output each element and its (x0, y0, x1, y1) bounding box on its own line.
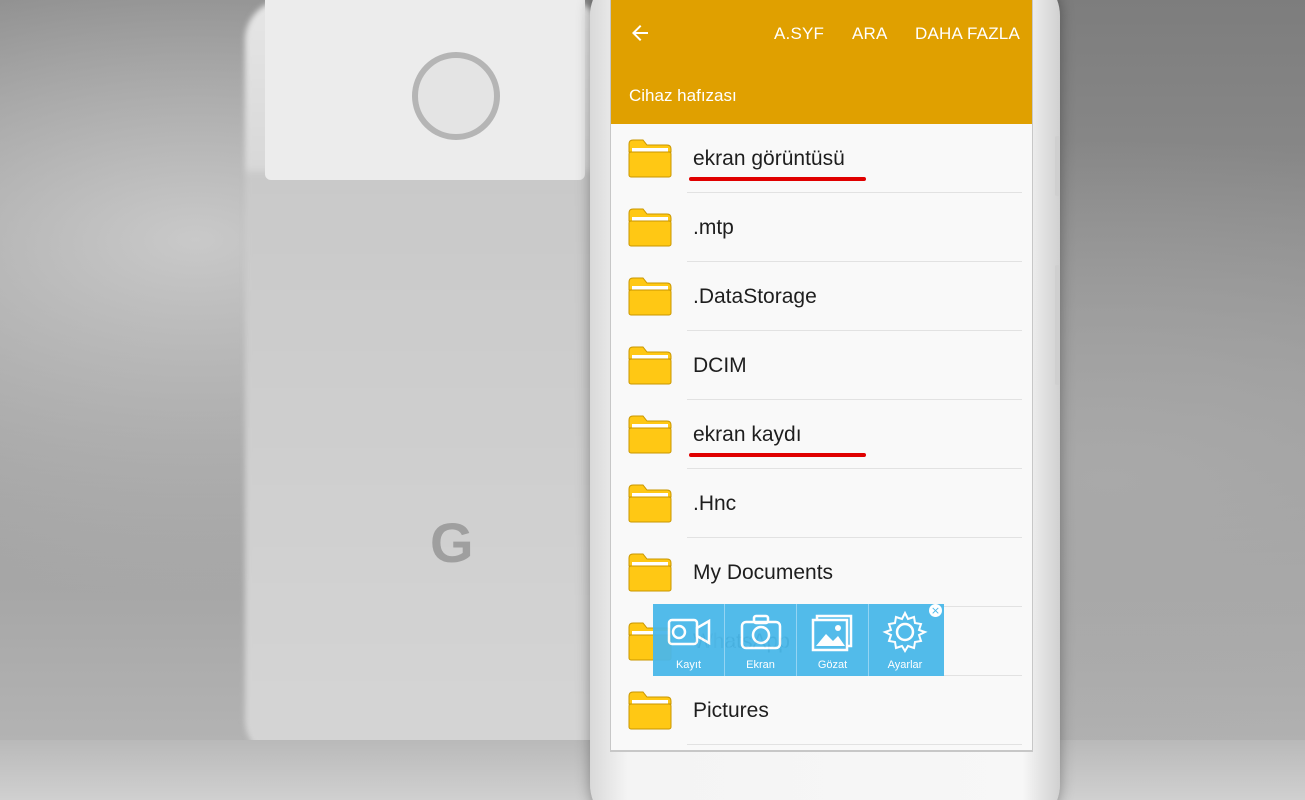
folder-name: ekran görüntüsü (693, 147, 845, 170)
search-button[interactable]: ARA (852, 24, 888, 44)
fingerprint-sensor (412, 52, 500, 140)
red-underline-marker (689, 453, 866, 457)
folder-icon-container (628, 138, 672, 178)
widget-close-button[interactable]: × (929, 604, 942, 617)
red-underline-marker (689, 177, 866, 181)
folder-row[interactable]: ekran görüntüsü (611, 124, 1032, 193)
phone-side-button (1055, 136, 1060, 196)
folder-name: DCIM (693, 354, 747, 377)
row-divider (687, 744, 1022, 745)
gear-icon (882, 610, 928, 653)
folder-icon-container (628, 483, 672, 523)
folder-row[interactable]: My Documents (611, 538, 1032, 607)
folder-icon (628, 691, 672, 730)
screenshot-button[interactable]: Ekran (725, 604, 797, 676)
folder-icon-container (628, 552, 672, 592)
settings-label: Ayarlar (887, 659, 923, 671)
more-options-button[interactable]: DAHA FAZLA (915, 24, 1020, 44)
browse-button[interactable]: Gözat (797, 604, 869, 676)
folder-row[interactable]: .mtp (611, 193, 1032, 262)
folder-name: My Documents (693, 561, 834, 584)
back-button[interactable] (625, 18, 655, 48)
folder-icon (628, 139, 672, 178)
folder-icon-container (628, 276, 672, 316)
folder-icon (628, 553, 672, 592)
folder-name: ekran kaydı (693, 423, 802, 446)
google-logo: G (430, 511, 474, 574)
folder-row[interactable]: .Hnc (611, 469, 1032, 538)
folder-row[interactable]: .DataStorage (611, 262, 1032, 331)
record-label: Kayıt (675, 659, 702, 671)
record-button[interactable]: Kayıt (653, 604, 725, 676)
folder-icon (628, 415, 672, 454)
folder-name: .Hnc (693, 492, 737, 515)
folder-row[interactable]: Pictures (611, 676, 1032, 745)
video-camera-icon (667, 618, 711, 646)
browse-label: Gözat (817, 659, 848, 671)
folder-icon-container (628, 414, 672, 454)
folder-icon-container (628, 690, 672, 730)
folder-row[interactable]: ekran kaydı (611, 400, 1032, 469)
folder-icon (628, 346, 672, 385)
folder-icon-container (628, 345, 672, 385)
folder-name: .DataStorage (693, 285, 817, 308)
camera-icon (740, 614, 782, 650)
arrow-left-icon (632, 25, 648, 41)
folder-icon-container (628, 207, 672, 247)
screenshot-label: Ekran (746, 659, 775, 671)
folder-row[interactable]: DCIM (611, 331, 1032, 400)
current-location-label: Cihaz hafızası (629, 86, 737, 105)
gallery-icon (811, 614, 853, 652)
folder-icon (628, 208, 672, 247)
recorder-widget: Kayıt Ekran Gözat Ayarlar (653, 604, 944, 676)
folder-icon (628, 484, 672, 523)
folder-name: Pictures (693, 699, 769, 722)
folder-name: .mtp (693, 216, 734, 239)
select-all-button[interactable]: A.SYF (774, 24, 824, 44)
phone-volume-button (1055, 265, 1060, 385)
folder-icon (628, 277, 672, 316)
app-bar: A.SYF ARA DAHA FAZLA Cihaz hafızası (611, 0, 1032, 124)
